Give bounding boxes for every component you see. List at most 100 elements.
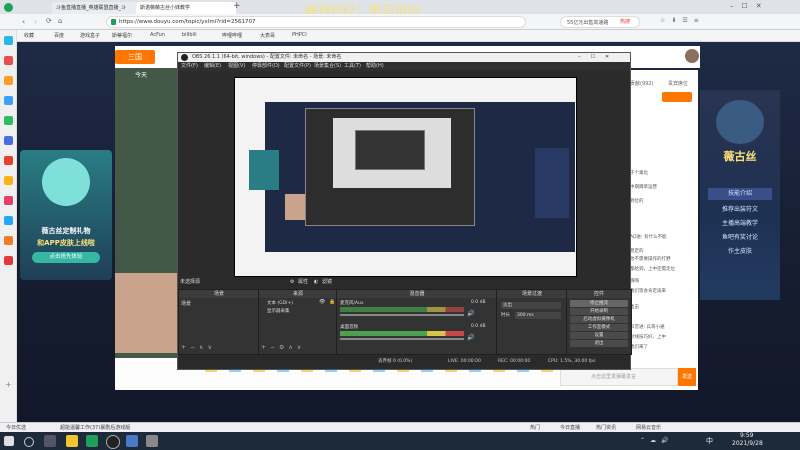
obs-window-controls[interactable]: –☐✕	[578, 53, 619, 62]
banner-link[interactable]: 作主皮肤	[708, 246, 772, 258]
speaker-icon[interactable]: 🔊	[467, 334, 474, 341]
bookmark-item[interactable]: 哔哩哔哩	[222, 32, 242, 39]
bookmark-item[interactable]: 百度	[54, 32, 64, 39]
studio-mode-button[interactable]: 工作室模式	[570, 324, 628, 331]
chat-message: 我们来了	[630, 345, 648, 350]
status-link[interactable]: 热门	[530, 424, 540, 431]
reload-icon[interactable]: ⟳	[46, 17, 52, 25]
douyu-logo[interactable]: 三国	[115, 50, 155, 64]
obs-preview[interactable]	[234, 77, 577, 277]
status-link[interactable]: 超能温馨工作(37)暴剧后游戏版	[60, 424, 130, 431]
system-tray[interactable]: ⌃☁🔊	[640, 437, 674, 444]
duration-input[interactable]: 300 ms	[515, 312, 561, 319]
task-view-icon[interactable]	[44, 435, 56, 447]
menu-docks[interactable]: 停靠部件(D)	[252, 62, 280, 71]
back-icon[interactable]: ‹	[22, 17, 25, 26]
start-icon[interactable]	[4, 436, 14, 446]
scene-item[interactable]: 场景	[181, 300, 191, 307]
sidebar-app-icon[interactable]	[4, 56, 13, 65]
follow-button[interactable]	[662, 92, 692, 102]
bookmark-item[interactable]: 斯蒂福尔	[112, 32, 132, 39]
virtual-camera-button[interactable]: 启动虚拟摄像机	[570, 316, 628, 323]
home-icon[interactable]: ⌂	[58, 17, 62, 25]
sidebar-app-icon[interactable]	[4, 196, 13, 205]
menu-profile[interactable]: 配置文件(P)	[284, 62, 311, 71]
tab-douyu-room[interactable]: 斯诺薇薇古丝小妹教学	[136, 2, 236, 14]
settings-button[interactable]: 设置	[570, 332, 628, 339]
volume-slider[interactable]	[340, 314, 464, 316]
banner-link[interactable]: 鱼吧有奖讨论	[708, 232, 772, 244]
sidebar-app-icon[interactable]	[4, 236, 13, 245]
menu-edit[interactable]: 编辑(E)	[204, 62, 221, 71]
filters-button[interactable]: 滤镜	[322, 277, 332, 287]
stop-streaming-button[interactable]: 停止推流	[570, 300, 628, 307]
source-add-remove-controls[interactable]: +−⚙∧∨	[261, 344, 305, 351]
volume-slider[interactable]	[340, 338, 464, 340]
ime-indicator[interactable]: 中	[706, 436, 713, 446]
app-taskbar-icon[interactable]	[126, 435, 138, 447]
toolbar-icons[interactable]: ☆⬇☰≡	[660, 17, 705, 24]
bookmark-item[interactable]: PHPCI	[292, 32, 307, 38]
bookmark-item[interactable]: 大表哥	[260, 32, 275, 39]
banner-link[interactable]: 技能介绍	[708, 188, 772, 200]
sidebar-add-icon[interactable]: +	[5, 380, 12, 389]
source-item-display[interactable]: 显示器采集	[267, 308, 290, 314]
send-button[interactable]: 发送	[678, 368, 696, 386]
lock-icon[interactable]: 🔒	[329, 299, 335, 305]
url-field[interactable]: https://www.douyu.com/topic/yxlmi?rid=25…	[106, 16, 526, 28]
clock-time[interactable]: 9:59	[740, 432, 753, 439]
clock-date[interactable]: 2021/9/28	[732, 440, 763, 447]
visibility-eye-icon[interactable]: 👁	[319, 299, 325, 305]
chat-count[interactable]: 贡献(992)	[630, 80, 653, 87]
exit-button[interactable]: 退出	[570, 340, 628, 347]
bookmark-item[interactable]: bilibili	[182, 32, 197, 38]
chat-input[interactable]: 点击这里发弹幕发言	[560, 368, 678, 386]
scene-add-remove-controls[interactable]: +−∧∨	[181, 344, 216, 351]
tab-douyu-list[interactable]: 斗鱼直播直播_英雄联盟直播_斗	[52, 2, 136, 14]
window-controls[interactable]: –☐✕	[730, 2, 770, 10]
banner-button[interactable]: 点击抢先体验	[32, 252, 100, 263]
menu-view[interactable]: 视图(V)	[228, 62, 245, 71]
new-tab-button[interactable]: +	[233, 1, 241, 11]
explorer-icon[interactable]	[66, 435, 78, 447]
forward-icon[interactable]: ›	[34, 17, 37, 26]
sidebar-app-icon[interactable]	[4, 256, 13, 265]
banner-link[interactable]: 主播高端教学	[708, 218, 772, 230]
menu-scene-collection[interactable]: 场景集合(S)	[314, 62, 341, 71]
menu-file[interactable]: 文件(F)	[181, 62, 198, 71]
app-taskbar-icon[interactable]	[146, 435, 158, 447]
obs-taskbar-icon[interactable]	[106, 435, 120, 449]
transition-type-select[interactable]: 淡出	[501, 302, 561, 309]
hot-search-label[interactable]: 热搜	[620, 18, 630, 25]
bookmark-item[interactable]: 收藏	[24, 32, 34, 39]
source-item-text[interactable]: 文本 (GDI+)	[267, 300, 293, 306]
sidebar-app-icon[interactable]	[4, 156, 13, 165]
search-icon[interactable]	[24, 437, 34, 447]
status-link[interactable]: 今日优选	[6, 424, 26, 431]
rank-tab[interactable]: 贵宾席位	[668, 80, 688, 87]
sidebar-app-icon[interactable]	[4, 76, 13, 85]
status-link[interactable]: 热门资讯	[596, 424, 616, 431]
status-link[interactable]: 网易云音乐	[636, 424, 661, 431]
filter-icon[interactable]: ◐	[314, 277, 318, 287]
gear-icon[interactable]: ⚙	[290, 277, 294, 287]
properties-button[interactable]: 属性	[298, 277, 308, 287]
bookmark-item[interactable]: 游戏盒子	[80, 32, 100, 39]
avatar[interactable]	[685, 49, 699, 63]
start-recording-button[interactable]: 开始录制	[570, 308, 628, 315]
status-link[interactable]: 今日直播	[560, 424, 580, 431]
sidebar-app-icon[interactable]	[4, 136, 13, 145]
sidebar-app-icon[interactable]	[4, 216, 13, 225]
stream-video-left: 今天	[115, 68, 177, 358]
sidebar-app-icon[interactable]	[4, 36, 13, 45]
banner-link[interactable]: 推荐出装符文	[708, 204, 772, 216]
menu-tools[interactable]: 工具(T)	[344, 62, 361, 71]
browser-taskbar-icon[interactable]	[86, 435, 98, 447]
bookmark-item[interactable]: AcFun	[150, 32, 165, 38]
sidebar-app-icon[interactable]	[4, 116, 13, 125]
speaker-icon[interactable]: 🔊	[467, 310, 474, 317]
sidebar-app-icon[interactable]	[4, 176, 13, 185]
menu-help[interactable]: 帮助(H)	[366, 62, 384, 71]
left-promo-banner[interactable]: 薇古丝定制礼物 和APP皮肤上线啦 点击抢先体验	[20, 150, 112, 280]
sidebar-app-icon[interactable]	[4, 96, 13, 105]
